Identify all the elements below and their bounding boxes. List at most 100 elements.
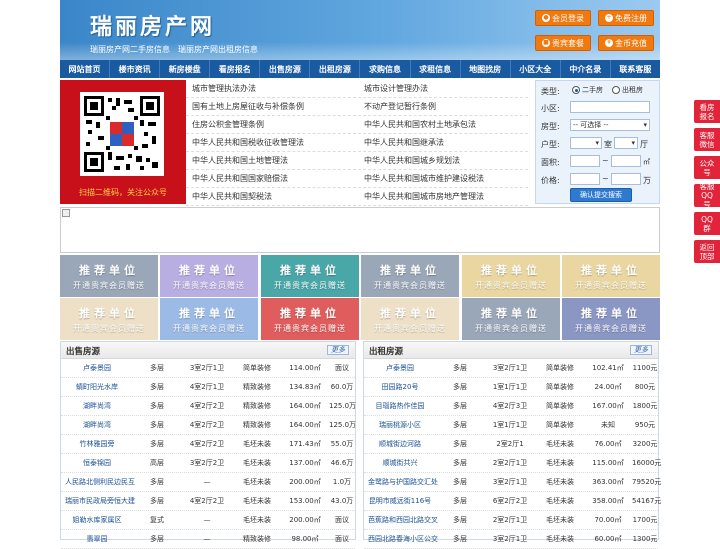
secondhand-radio[interactable] bbox=[572, 86, 580, 94]
listing-row[interactable]: 顺城街共兴 多层 2室2厅1卫 毛坯未装 115.00㎡ 16000元 bbox=[364, 454, 661, 473]
nav-communities[interactable]: 小区大全 bbox=[511, 60, 561, 78]
side-qq-group-button[interactable]: QQ群 bbox=[694, 212, 720, 235]
law-link[interactable]: 中华人民共和国城市维护建设税法 bbox=[358, 170, 528, 188]
price-max-input[interactable] bbox=[611, 173, 641, 185]
listing-name[interactable]: 金鹭路与护国路交汇处 bbox=[368, 473, 438, 492]
nav-for-rent[interactable]: 出租房源 bbox=[310, 60, 361, 78]
law-link[interactable]: 中华人民共和国农村土地承包法 bbox=[358, 116, 528, 134]
listing-name[interactable]: 目瑙路热作佳园 bbox=[368, 397, 432, 416]
listing-name[interactable]: 瑞丽桃源小区 bbox=[368, 416, 432, 435]
recommended-unit-tile[interactable]: 推荐单位 开通贵宾会员赠送 bbox=[160, 255, 258, 297]
site-logo[interactable]: 瑞丽房产网 bbox=[90, 9, 215, 41]
listing-row[interactable]: 昆明市威远街116号 多层 6室2厅2卫 毛坯未装 358.00㎡ 54167元 bbox=[364, 492, 661, 511]
rent-more-link[interactable]: 更多 bbox=[630, 345, 652, 355]
nav-map-search[interactable]: 地图找房 bbox=[461, 60, 511, 78]
side-service-wechat-button[interactable]: 客服微信 bbox=[694, 128, 720, 151]
nav-for-sale[interactable]: 出售房源 bbox=[260, 60, 311, 78]
nav-news[interactable]: 楼市资讯 bbox=[110, 60, 161, 78]
member-login-button[interactable]: ● 会员登录 bbox=[535, 10, 591, 26]
nav-contact-service[interactable]: 联系客服 bbox=[611, 60, 660, 78]
law-link[interactable]: 中华人民共和国契税法 bbox=[186, 188, 356, 206]
listing-row[interactable]: 湖畔尚湾 多层 4室2厅2卫 精致装修 164.00㎡ 125.0万 bbox=[61, 416, 356, 435]
listing-name[interactable]: 卢泰景园 bbox=[368, 359, 432, 378]
recommended-unit-tile[interactable]: 推荐单位 开通贵宾会员赠送 bbox=[60, 255, 158, 297]
recommended-unit-tile[interactable]: 推荐单位 开通贵宾会员赠送 bbox=[562, 255, 660, 297]
recommended-unit-tile[interactable]: 推荐单位 开通贵宾会员赠送 bbox=[261, 255, 359, 297]
listing-name[interactable]: 湖畔尚湾 bbox=[65, 397, 129, 416]
listing-row[interactable]: 芭蕉路和西园北路交叉 多层 2室2厅1卫 毛坯未装 70.00㎡ 1700元 bbox=[364, 511, 658, 530]
nav-want-to-rent[interactable]: 求租信息 bbox=[411, 60, 461, 78]
price-min-input[interactable] bbox=[570, 173, 600, 185]
listing-row[interactable]: 卢泰景园 多层 3室2厅1卫 简单装修 114.00㎡ 面议 bbox=[61, 359, 355, 378]
law-link[interactable]: 城市设计管理办法 bbox=[358, 80, 528, 98]
nav-agencies[interactable]: 中介名录 bbox=[561, 60, 611, 78]
livingroom-select[interactable]: ▾ bbox=[614, 137, 638, 149]
law-link[interactable]: 不动产登记暂行条例 bbox=[358, 98, 528, 116]
listing-row[interactable]: 田园路20号 多层 1室1厅1卫 简单装修 24.00㎡ 800元 bbox=[364, 378, 658, 397]
listing-row[interactable]: 人民路北侧利民边民互 多层 — 毛坯未装 200.00㎡ 1.0万 bbox=[61, 473, 355, 492]
listing-name[interactable]: 姐勒水库家属区 bbox=[65, 511, 129, 530]
listing-row[interactable]: 竹林雅园旁 多层 4室2厅2卫 毛坯未装 171.43㎡ 55.0万 bbox=[61, 435, 355, 454]
vip-package-button[interactable]: ■ 贵宾套餐 bbox=[535, 35, 591, 51]
banner-ad[interactable] bbox=[60, 207, 660, 253]
law-link[interactable]: 中华人民共和国继承法 bbox=[358, 134, 528, 152]
side-back-to-top-button[interactable]: 返回顶部 bbox=[694, 240, 720, 263]
recommended-unit-tile[interactable]: 推荐单位 开通贵宾会员赠送 bbox=[261, 298, 359, 340]
listing-name[interactable]: 瑞丽市民政局旁恒大建 bbox=[65, 492, 135, 511]
law-link[interactable]: 中华人民共和国城乡规划法 bbox=[358, 152, 528, 170]
law-link[interactable]: 中华人民共和国税收征收管理法 bbox=[186, 134, 356, 152]
law-link[interactable]: 中华人民共和国国家赔偿法 bbox=[186, 170, 356, 188]
nav-new-homes[interactable]: 新房楼盘 bbox=[160, 60, 211, 78]
listing-name[interactable]: 卢泰景园 bbox=[65, 359, 129, 378]
recommended-unit-tile[interactable]: 推荐单位 开通贵宾会员赠送 bbox=[361, 255, 459, 297]
search-submit-button[interactable]: 确认提交搜索 bbox=[570, 188, 632, 202]
sale-more-link[interactable]: 更多 bbox=[327, 345, 349, 355]
recommended-unit-tile[interactable]: 推荐单位 开通贵宾会员赠送 bbox=[462, 255, 560, 297]
side-service-qq-button[interactable]: 客服QQ号 bbox=[694, 182, 720, 209]
nav-viewing-signup[interactable]: 看房报名 bbox=[210, 60, 261, 78]
recommended-unit-tile[interactable]: 推荐单位 开通贵宾会员赠送 bbox=[562, 298, 660, 340]
rental-radio[interactable] bbox=[612, 86, 620, 94]
nav-want-to-buy[interactable]: 求购信息 bbox=[360, 60, 411, 78]
side-official-account-button[interactable]: 公众号 bbox=[694, 156, 720, 179]
listing-row[interactable]: 蜻町阳光水岸 多层 4室2厅1卫 精致装修 134.83㎡ 60.0万 bbox=[61, 378, 355, 397]
recommended-unit-tile[interactable]: 推荐单位 开通贵宾会员赠送 bbox=[462, 298, 560, 340]
listing-row[interactable]: 金鹭路与护国路交汇处 多层 3室2厅1卫 毛坯未装 363.00㎡ 79520元 bbox=[364, 473, 661, 492]
listing-row[interactable]: 瑞丽桃源小区 多层 1室1厅1卫 简单装修 未知 950元 bbox=[364, 416, 658, 435]
listing-row[interactable]: 目瑙路热作佳园 多层 4室2厅3卫 简单装修 167.00㎡ 1800元 bbox=[364, 397, 658, 416]
area-min-input[interactable] bbox=[570, 155, 600, 167]
community-input[interactable] bbox=[570, 101, 650, 113]
listing-area: 114.00㎡ bbox=[289, 364, 321, 372]
law-link[interactable]: 中华人民共和国城市房地产管理法 bbox=[358, 188, 528, 206]
law-link[interactable]: 中华人民共和国土地管理法 bbox=[186, 152, 356, 170]
listing-row[interactable]: 瑞丽市民政局旁恒大建 多层 4室2厅2卫 毛坯未装 153.00㎡ 43.0万 bbox=[61, 492, 355, 511]
listing-name[interactable]: 人民路北侧利民边民互 bbox=[65, 473, 135, 492]
listing-name[interactable]: 蜻町阳光水岸 bbox=[65, 378, 129, 397]
recommended-unit-tile[interactable]: 推荐单位 开通贵宾会员赠送 bbox=[60, 298, 158, 340]
room-type-select[interactable]: -- 可选择 -- ▾ bbox=[570, 119, 650, 131]
law-link[interactable]: 城市管理执法办法 bbox=[186, 80, 356, 98]
coin-recharge-button[interactable]: ¥ 金币充值 bbox=[598, 35, 654, 51]
listing-name[interactable]: 田园路20号 bbox=[368, 378, 432, 397]
listing-row[interactable]: 顺城街边河路 多层 2室2厅1 毛坯未装 76.00㎡ 3200元 bbox=[364, 435, 658, 454]
listing-name[interactable]: 顺城街边河路 bbox=[368, 435, 432, 454]
recommended-unit-tile[interactable]: 推荐单位 开通贵宾会员赠送 bbox=[160, 298, 258, 340]
listing-name[interactable]: 恒泰锦园 bbox=[65, 454, 129, 473]
nav-home[interactable]: 网站首页 bbox=[60, 60, 111, 78]
law-link[interactable]: 住房公积金管理条例 bbox=[186, 116, 356, 134]
listing-row[interactable]: 卢泰景园 多层 3室2厅1卫 简单装修 102.41㎡ 1100元 bbox=[364, 359, 658, 378]
listing-name[interactable]: 湖畔尚湾 bbox=[65, 416, 129, 435]
law-link[interactable]: 国有土地上房屋征收与补偿条例 bbox=[186, 98, 356, 116]
listing-name[interactable]: 芭蕉路和西园北路交叉 bbox=[368, 511, 438, 530]
listing-name[interactable]: 顺城街共兴 bbox=[368, 454, 432, 473]
listing-name[interactable]: 竹林雅园旁 bbox=[65, 435, 129, 454]
free-register-button[interactable]: + 免费注册 bbox=[598, 10, 654, 26]
listing-row[interactable]: 恒泰锦园 高层 3室2厅2卫 毛坯未装 137.00㎡ 46.6万 bbox=[61, 454, 355, 473]
listing-row[interactable]: 姐勒水库家属区 复式 — 毛坯未装 200.00㎡ 面议 bbox=[61, 511, 355, 530]
listing-name[interactable]: 昆明市威远街116号 bbox=[368, 492, 432, 511]
side-viewing-signup-button[interactable]: 看房报名 bbox=[694, 100, 720, 123]
area-max-input[interactable] bbox=[611, 155, 641, 167]
bedroom-select[interactable]: ▾ bbox=[570, 137, 602, 149]
recommended-unit-tile[interactable]: 推荐单位 开通贵宾会员赠送 bbox=[361, 298, 459, 340]
listing-row[interactable]: 湖畔尚湾 多层 4室2厅2卫 精致装修 164.00㎡ 125.0万 bbox=[61, 397, 356, 416]
